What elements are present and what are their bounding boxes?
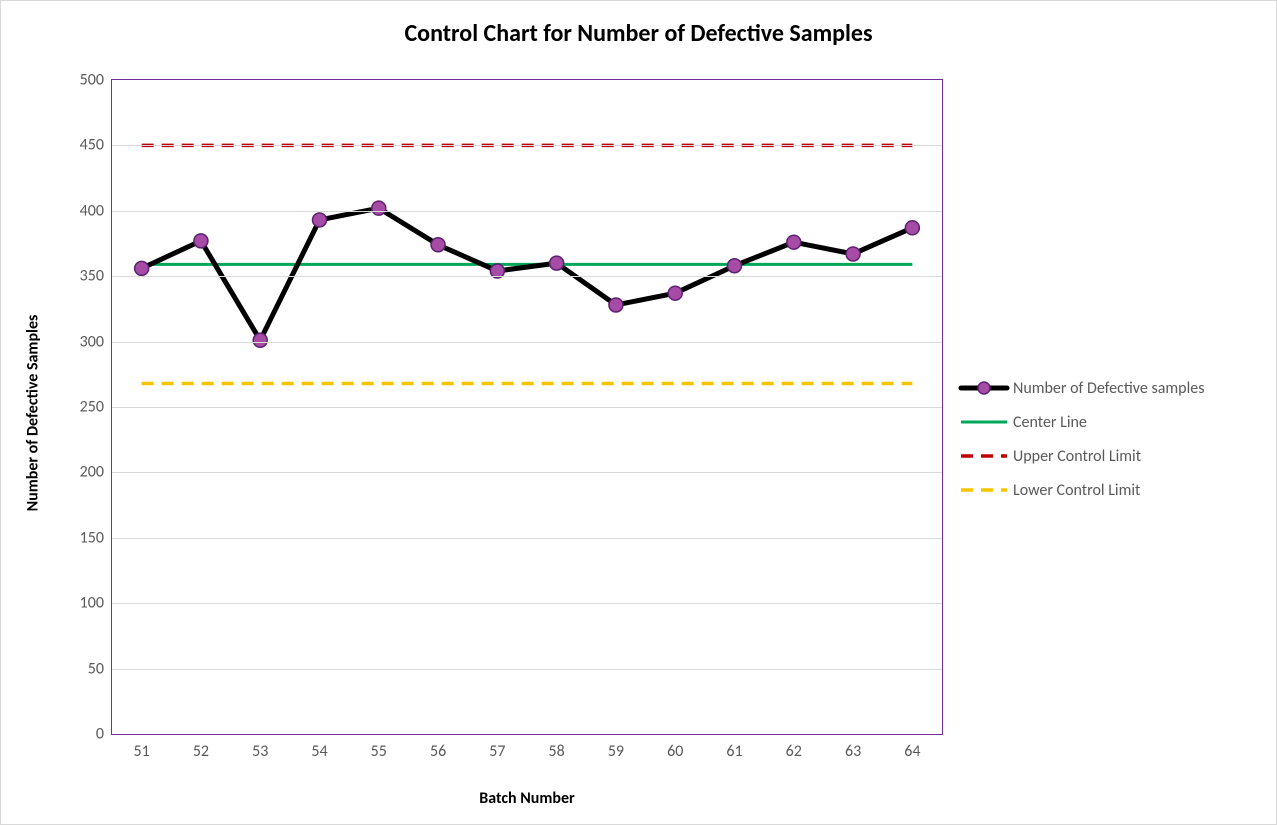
data-marker: [905, 221, 919, 235]
y-tick-label: 200: [80, 463, 104, 482]
x-tick-label: 54: [311, 742, 327, 761]
legend-item-lcl: Lower Control Limit: [961, 473, 1204, 507]
legend-label: Center Line: [1013, 413, 1087, 432]
x-tick-label: 64: [904, 742, 920, 761]
data-marker: [609, 298, 623, 312]
x-tick-label: 61: [726, 742, 742, 761]
y-axis-title: Number of Defective Samples: [24, 314, 43, 511]
x-tick-label: 56: [430, 742, 446, 761]
y-tick-label: 150: [80, 528, 104, 547]
data-marker: [372, 201, 386, 215]
data-marker: [313, 213, 327, 227]
x-tick-label: 59: [608, 742, 624, 761]
data-marker: [728, 259, 742, 273]
legend: Number of Defective samples Center Line …: [961, 371, 1204, 507]
x-tick-label: 51: [134, 742, 150, 761]
x-tick-label: 60: [667, 742, 683, 761]
y-tick-label: 50: [88, 659, 104, 678]
grid-line: [112, 603, 942, 604]
data-marker: [194, 234, 208, 248]
data-marker: [431, 238, 445, 252]
grid-line: [112, 669, 942, 670]
legend-item-ucl: Upper Control Limit: [961, 439, 1204, 473]
grid-line: [112, 538, 942, 539]
y-tick-label: 250: [80, 398, 104, 417]
x-tick-label: 63: [845, 742, 861, 761]
legend-label: Number of Defective samples: [1013, 379, 1204, 398]
y-tick-label: 0: [96, 725, 104, 744]
x-tick-label: 55: [371, 742, 387, 761]
y-tick-label: 400: [80, 201, 104, 220]
x-axis-title: Batch Number: [111, 789, 943, 808]
data-marker: [668, 286, 682, 300]
x-tick-label: 52: [193, 742, 209, 761]
data-marker: [135, 261, 149, 275]
data-series-line: [142, 208, 913, 340]
grid-line: [112, 407, 942, 408]
y-tick-label: 100: [80, 594, 104, 613]
legend-swatch-ucl-icon: [961, 446, 1007, 466]
grid-line: [112, 342, 942, 343]
legend-item-center: Center Line: [961, 405, 1204, 439]
chart-title: Control Chart for Number of Defective Sa…: [1, 19, 1276, 48]
legend-swatch-data-icon: [961, 378, 1007, 398]
x-tick-label: 57: [489, 742, 505, 761]
x-tick-label: 58: [549, 742, 565, 761]
data-marker: [787, 235, 801, 249]
grid-line: [112, 472, 942, 473]
plot-area: 0501001502002503003504004505005152535455…: [111, 79, 943, 735]
data-marker: [253, 333, 267, 347]
legend-swatch-center-icon: [961, 412, 1007, 432]
y-tick-label: 350: [80, 267, 104, 286]
data-marker: [846, 247, 860, 261]
x-tick-label: 62: [786, 742, 802, 761]
x-tick-label: 53: [252, 742, 268, 761]
y-tick-label: 500: [80, 71, 104, 90]
chart-container: Control Chart for Number of Defective Sa…: [0, 0, 1277, 825]
legend-item-data: Number of Defective samples: [961, 371, 1204, 405]
y-tick-label: 300: [80, 332, 104, 351]
grid-line: [112, 211, 942, 212]
legend-swatch-lcl-icon: [961, 480, 1007, 500]
data-marker: [550, 256, 564, 270]
grid-line: [112, 276, 942, 277]
y-tick-label: 450: [80, 136, 104, 155]
legend-label: Lower Control Limit: [1013, 481, 1140, 500]
grid-line: [112, 145, 942, 146]
legend-label: Upper Control Limit: [1013, 447, 1141, 466]
